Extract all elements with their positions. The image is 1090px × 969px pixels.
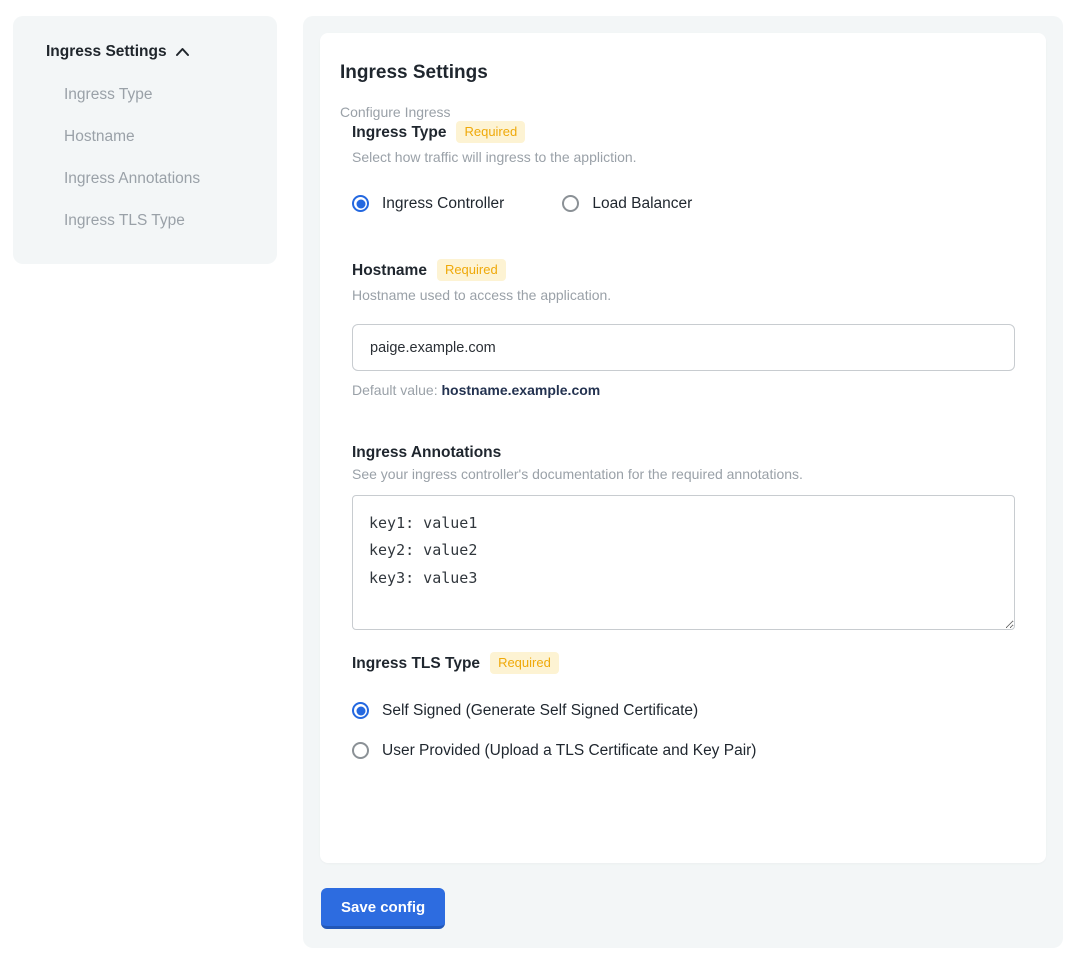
section-ingress-tls-type: Ingress TLS Type Required Self Signed (G…: [352, 652, 1015, 760]
page-title: Ingress Settings: [340, 61, 1015, 84]
radio-button-icon[interactable]: [352, 702, 369, 719]
radio-load-balancer[interactable]: Load Balancer: [562, 194, 692, 213]
section-ingress-annotations: Ingress Annotations See your ingress con…: [352, 443, 1015, 630]
default-value-text: hostname.example.com: [442, 382, 601, 398]
radio-user-provided[interactable]: User Provided (Upload a TLS Certificate …: [352, 741, 1015, 760]
tls-type-label: Ingress TLS Type: [352, 654, 480, 673]
required-badge: Required: [437, 259, 506, 281]
settings-sidebar: Ingress Settings Ingress Type Hostname I…: [13, 16, 277, 264]
sidebar-item-list: Ingress Type Hostname Ingress Annotation…: [64, 87, 257, 229]
annotations-textarea[interactable]: key1: value1 key2: value2 key3: value3: [352, 495, 1015, 630]
ingress-type-heading: Ingress Type Required: [352, 121, 1015, 143]
radio-label: Load Balancer: [592, 194, 692, 213]
annotations-label: Ingress Annotations: [352, 443, 501, 462]
main-panel: Ingress Settings Configure Ingress Ingre…: [303, 16, 1063, 948]
sidebar-group-ingress-settings[interactable]: Ingress Settings: [46, 43, 257, 61]
tls-type-heading: Ingress TLS Type Required: [352, 652, 1015, 674]
ingress-type-description: Select how traffic will ingress to the a…: [352, 149, 1015, 166]
hostname-input[interactable]: [352, 324, 1015, 371]
sidebar-item-ingress-type[interactable]: Ingress Type: [64, 87, 257, 103]
radio-button-icon[interactable]: [562, 195, 579, 212]
tls-type-radio-group: Self Signed (Generate Self Signed Certif…: [352, 701, 1015, 760]
sidebar-item-ingress-tls-type[interactable]: Ingress TLS Type: [64, 213, 257, 229]
annotations-heading: Ingress Annotations: [352, 443, 1015, 462]
required-badge: Required: [490, 652, 559, 674]
default-value-prefix: Default value:: [352, 382, 438, 398]
hostname-default-line: Default value: hostname.example.com: [352, 382, 1015, 399]
ingress-settings-card: Ingress Settings Configure Ingress Ingre…: [320, 33, 1046, 863]
radio-self-signed[interactable]: Self Signed (Generate Self Signed Certif…: [352, 701, 1015, 720]
page-subtitle: Configure Ingress: [340, 104, 1015, 121]
radio-label: Ingress Controller: [382, 194, 504, 213]
radio-button-icon[interactable]: [352, 195, 369, 212]
hostname-description: Hostname used to access the application.: [352, 287, 1015, 304]
hostname-heading: Hostname Required: [352, 259, 1015, 281]
radio-button-icon[interactable]: [352, 742, 369, 759]
ingress-type-label: Ingress Type: [352, 123, 446, 142]
radio-label: User Provided (Upload a TLS Certificate …: [382, 741, 756, 760]
section-hostname: Hostname Required Hostname used to acces…: [352, 259, 1015, 399]
ingress-type-radio-group: Ingress Controller Load Balancer: [352, 194, 1015, 213]
chevron-up-icon: [175, 46, 190, 58]
radio-ingress-controller[interactable]: Ingress Controller: [352, 194, 504, 213]
sidebar-group-label: Ingress Settings: [46, 43, 167, 61]
annotations-description: See your ingress controller's documentat…: [352, 466, 1015, 483]
sidebar-item-ingress-annotations[interactable]: Ingress Annotations: [64, 171, 257, 187]
sidebar-item-hostname[interactable]: Hostname: [64, 129, 257, 145]
radio-label: Self Signed (Generate Self Signed Certif…: [382, 701, 698, 720]
required-badge: Required: [456, 121, 525, 143]
section-ingress-type: Ingress Type Required Select how traffic…: [352, 121, 1015, 213]
save-config-button[interactable]: Save config: [321, 888, 445, 929]
hostname-label: Hostname: [352, 261, 427, 280]
